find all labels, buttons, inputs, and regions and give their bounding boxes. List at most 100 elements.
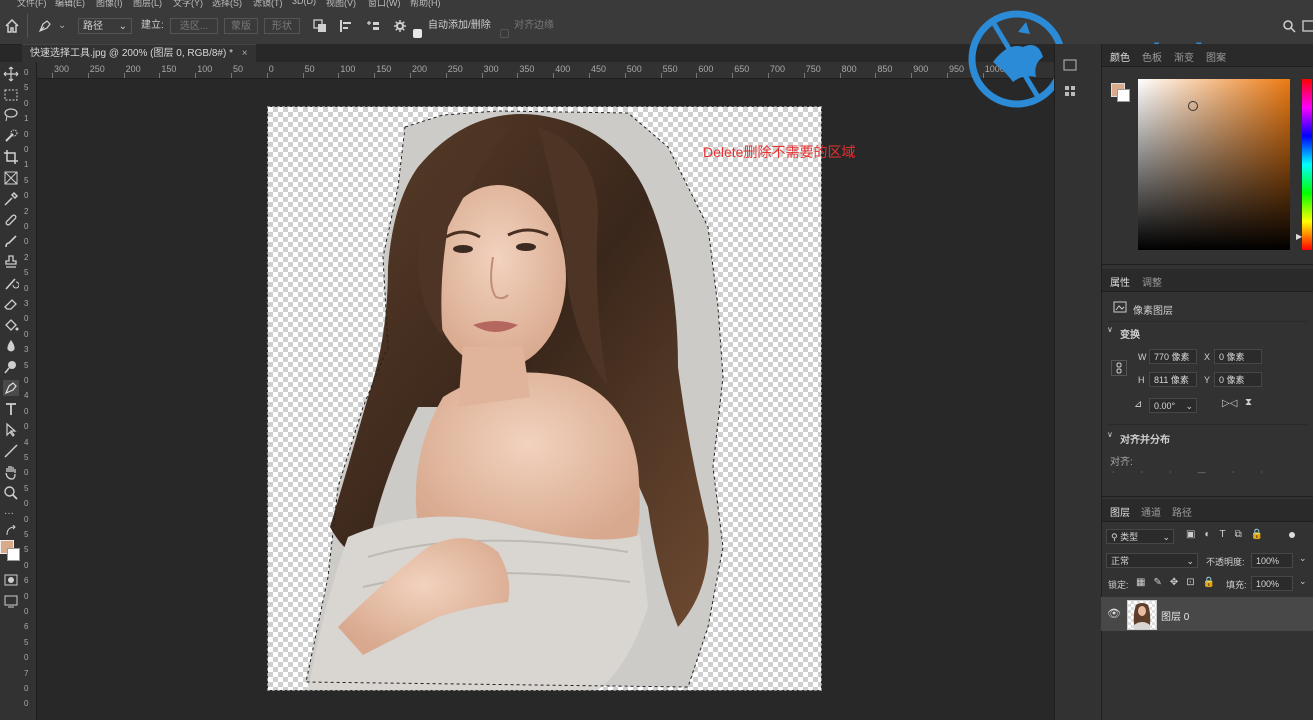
type-tool-icon[interactable] [3, 401, 19, 417]
chevron-down-icon[interactable]: ⌄ [1299, 553, 1307, 564]
height-input[interactable]: 811 像素 [1149, 372, 1197, 387]
link-dimensions-button[interactable] [1111, 360, 1127, 376]
pen-mode-select[interactable]: 路径 ⌄ [78, 18, 132, 34]
menu-item[interactable]: 图层(L) [133, 0, 162, 8]
menu-item[interactable]: 文件(F) [17, 0, 47, 8]
make-shape-button[interactable]: 形状 [264, 18, 300, 34]
menu-item[interactable]: 编辑(E) [55, 0, 85, 8]
healing-brush-tool-icon[interactable] [3, 212, 19, 228]
color-picker-field[interactable] [1138, 79, 1290, 250]
opacity-input[interactable]: 100% [1251, 553, 1293, 568]
menu-item[interactable]: 选择(S) [212, 0, 242, 8]
angle-input[interactable]: 0.00° ⌄ [1149, 398, 1197, 413]
menu-item[interactable]: 窗口(W) [368, 0, 401, 8]
path-operations-icon[interactable] [313, 19, 327, 33]
chevron-down-icon[interactable]: ∨ [1107, 325, 1113, 334]
tab-gradients[interactable]: 渐变 [1174, 49, 1194, 64]
tab-adjustments[interactable]: 调整 [1142, 274, 1162, 289]
pen-tool-icon[interactable] [38, 19, 52, 33]
more-tools-icon[interactable]: ··· [4, 508, 14, 519]
layer-filter-select[interactable]: ⚲ 类型 ⌄ [1106, 529, 1174, 544]
dodge-tool-icon[interactable] [3, 359, 19, 375]
tab-swatches[interactable]: 色板 [1142, 49, 1162, 64]
menu-item[interactable]: 帮助(H) [410, 0, 441, 8]
tab-properties[interactable]: 属性 [1110, 274, 1130, 289]
height-label: H [1138, 375, 1145, 385]
chevron-down-icon[interactable]: ⌄ [1299, 576, 1307, 587]
brush-tool-icon[interactable] [3, 233, 19, 249]
lasso-tool-icon[interactable] [3, 107, 19, 123]
background-color-swatch[interactable] [1117, 89, 1130, 102]
line-tool-icon[interactable] [3, 443, 19, 459]
layer-row[interactable]: 👁 图层 0 [1101, 597, 1313, 631]
blend-mode-select[interactable]: 正常 ⌄ [1106, 553, 1198, 568]
auto-add-delete-checkbox[interactable] [413, 29, 422, 38]
x-input[interactable]: 0 像素 [1214, 349, 1262, 364]
document-tab[interactable]: 快速选择工具.jpg @ 200% (图层 0, RGB/8#) * × [22, 44, 256, 63]
blur-tool-icon[interactable] [3, 338, 19, 354]
marquee-tool-icon[interactable] [3, 87, 19, 103]
document-canvas[interactable] [267, 106, 822, 691]
move-tool-icon[interactable] [3, 66, 19, 82]
history-panel-icon[interactable] [1063, 58, 1077, 72]
hue-slider-handle-icon[interactable]: ▶ [1296, 232, 1302, 241]
swatches-panel-icon[interactable] [1063, 84, 1077, 98]
path-arrangement-icon[interactable] [366, 19, 380, 33]
tool-preset-chevron-icon[interactable]: ⌄ [58, 18, 66, 34]
ruler-tick-label: 6 [24, 576, 29, 586]
hand-tool-icon[interactable] [3, 464, 19, 480]
screen-mode-icon[interactable] [3, 593, 19, 609]
align-edges-checkbox[interactable] [500, 29, 509, 38]
width-input[interactable]: 770 像素 [1149, 349, 1197, 364]
paint-bucket-tool-icon[interactable] [3, 317, 19, 333]
make-mask-button[interactable]: 蒙版 [224, 18, 258, 34]
crop-tool-icon[interactable] [3, 149, 19, 165]
color-picker-cursor[interactable] [1188, 101, 1198, 111]
path-alignment-icon[interactable] [339, 19, 353, 33]
background-color-swatch[interactable] [7, 548, 20, 561]
lock-options-icons[interactable]: ▦✎✥⊡🔒 [1136, 577, 1223, 588]
menu-item[interactable]: 视图(V) [326, 0, 356, 8]
tab-channels[interactable]: 通道 [1141, 504, 1161, 519]
frame-tool-icon[interactable] [3, 170, 19, 186]
quick-mask-icon[interactable] [3, 572, 19, 588]
eye [516, 243, 536, 251]
gear-icon[interactable] [393, 19, 407, 33]
menu-item[interactable]: 3D(D) [292, 0, 316, 6]
hue-slider[interactable] [1302, 79, 1312, 250]
eraser-tool-icon[interactable] [3, 296, 19, 312]
y-input[interactable]: 0 像素 [1214, 372, 1262, 387]
pen-tool-icon[interactable] [3, 380, 19, 396]
home-icon[interactable] [5, 19, 19, 33]
filter-toggle-icon[interactable] [1289, 532, 1295, 538]
chevron-down-icon[interactable]: ∨ [1107, 430, 1113, 439]
make-selection-button[interactable]: 选区... [170, 18, 218, 34]
menu-item[interactable]: 文字(Y) [173, 0, 203, 8]
ruler-tick-label: 500 [626, 64, 642, 74]
menu-item[interactable]: 滤镜(T) [253, 0, 283, 8]
eyedropper-tool-icon[interactable] [3, 191, 19, 207]
ruler-tick [947, 73, 948, 78]
tab-patterns[interactable]: 图案 [1206, 49, 1226, 64]
close-icon[interactable]: × [242, 48, 248, 59]
swap-colors-icon[interactable] [5, 525, 17, 537]
tab-paths[interactable]: 路径 [1172, 504, 1192, 519]
history-brush-tool-icon[interactable] [3, 275, 19, 291]
ruler-tick-label: 0 [268, 64, 274, 74]
ruler-tick-label: 4 [24, 391, 29, 401]
align-buttons[interactable]: ‧‧‧—‧‧ [1112, 468, 1289, 477]
quick-selection-tool-icon[interactable] [3, 128, 19, 144]
tab-layers[interactable]: 图层 [1110, 504, 1130, 519]
fill-input[interactable]: 100% [1251, 576, 1293, 591]
path-selection-tool-icon[interactable] [3, 422, 19, 438]
flip-vertical-icon[interactable]: ⧗ [1245, 397, 1252, 408]
flip-horizontal-icon[interactable]: ▷◁ [1222, 398, 1237, 409]
layer-filter-icons[interactable]: ▣◐T⧉🔒 [1186, 529, 1272, 540]
ruler-tick-label: 5 [24, 83, 29, 93]
tab-color[interactable]: 颜色 [1110, 49, 1130, 64]
eye-visibility-icon[interactable]: 👁 [1107, 607, 1121, 620]
ruler-tick-label: 300 [483, 64, 499, 74]
menu-item[interactable]: 图像(I) [96, 0, 123, 8]
zoom-tool-icon[interactable] [3, 485, 19, 501]
clone-stamp-tool-icon[interactable] [3, 254, 19, 270]
